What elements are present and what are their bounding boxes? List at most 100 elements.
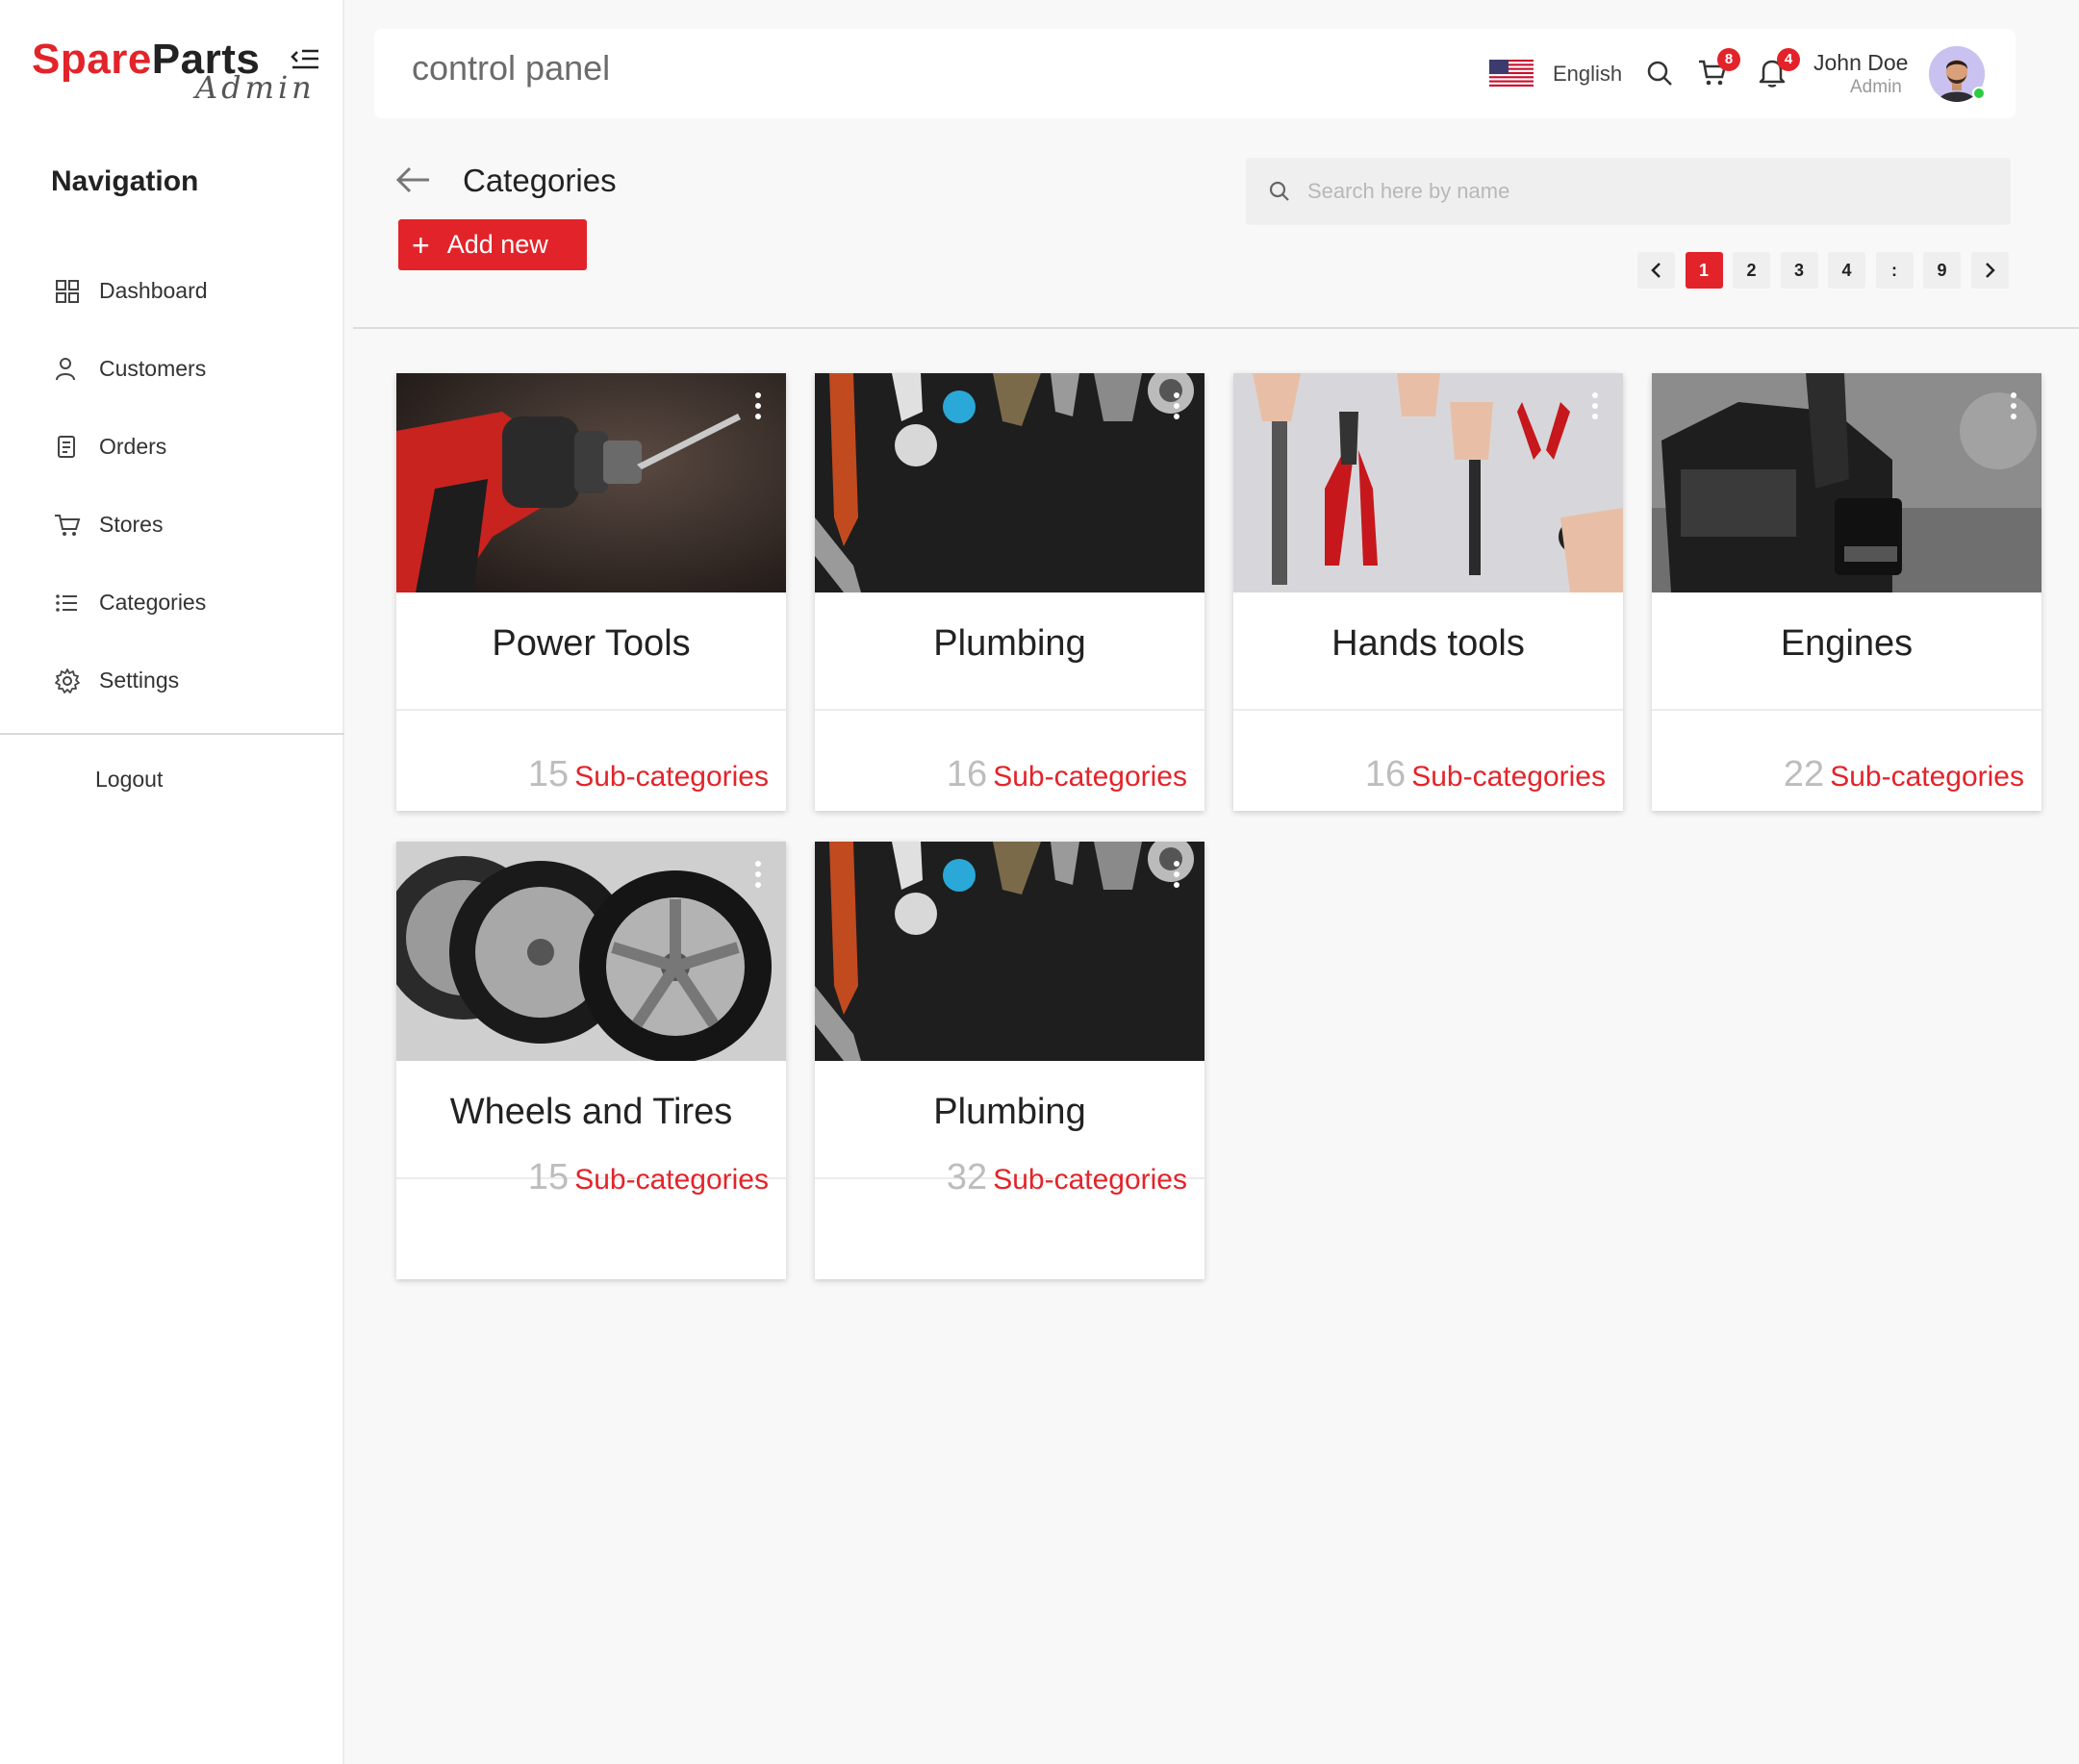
plumbing-tools-image [815,842,1204,1061]
subcategory-count[interactable]: 22 Sub-categories [1784,754,2024,795]
chevron-left-icon [1650,263,1661,278]
more-options-icon[interactable] [1170,392,1183,427]
sidebar-item-categories[interactable]: Categories [53,564,208,642]
card-divider [1652,709,2041,711]
subcategory-count[interactable]: 16 Sub-categories [1365,754,1606,795]
category-name: Power Tools [492,623,691,664]
subcategory-label: Sub-categories [993,1164,1187,1196]
wheels-image [396,842,786,1061]
search-input[interactable] [1307,158,1981,225]
grid-icon [56,279,79,303]
page-button-1[interactable]: 1 [1685,252,1723,289]
sidebar-nav: Dashboard Customers Orders Stores Catego… [53,252,208,719]
card-divider [396,709,786,711]
cart-count-badge: 8 [1717,48,1740,71]
subcategory-label: Sub-categories [1411,761,1606,793]
plus-icon: + [412,227,430,263]
navigation-title: Navigation [51,165,199,197]
search-icon [1269,181,1289,201]
page-button-2[interactable]: 2 [1733,252,1770,289]
more-options-icon[interactable] [2007,392,2020,427]
subcategory-count[interactable]: 16 Sub-categories [947,754,1187,795]
page-ellipsis: : [1875,252,1914,289]
subcategory-number: 15 [527,754,570,794]
page-title: Categories [463,163,617,198]
brand-name-part1: Spare [32,36,152,83]
user-icon [56,357,75,380]
subcategory-label: Sub-categories [574,761,769,793]
user-name[interactable]: John Doe [1813,50,1908,76]
prev-page-button[interactable] [1637,252,1675,289]
sidebar-item-label: Customers [99,356,207,381]
cart-icon [55,514,81,536]
back-arrow-icon[interactable] [393,163,433,197]
subcategory-label: Sub-categories [1830,761,2024,793]
category-card-hands-tools[interactable]: Hands tools 16 Sub-categories [1233,373,1623,811]
category-name: Engines [1780,623,1914,664]
category-card-plumbing[interactable]: Plumbing 16 Sub-categories [815,373,1204,811]
category-name: Hands tools [1331,623,1525,664]
toolbar-divider [353,327,2079,329]
page-button-9[interactable]: 9 [1923,252,1961,289]
page-button-4[interactable]: 4 [1828,252,1865,289]
document-icon [58,435,75,458]
next-page-button[interactable] [1970,252,2009,289]
menu-collapse-icon[interactable] [289,43,321,76]
drill-image [396,373,786,592]
logout-link[interactable]: Logout [95,767,163,793]
engine-image [1652,373,2041,592]
subcategory-number: 16 [946,754,988,794]
category-name: Plumbing [933,1092,1086,1132]
brand-logo[interactable]: SpareParts Admin [32,36,312,113]
more-options-icon[interactable] [751,392,765,427]
category-name: Plumbing [933,623,1086,664]
language-selector[interactable]: English [1553,62,1622,87]
category-name: Wheels and Tires [449,1092,733,1132]
sidebar-item-dashboard[interactable]: Dashboard [53,252,208,330]
add-new-label: Add new [446,230,548,259]
top-header: control panel English 8 4 John Doe Admin [374,29,2016,118]
sidebar-item-customers[interactable]: Customers [53,330,208,408]
sidebar-item-stores[interactable]: Stores [53,486,208,564]
search-icon[interactable] [1642,56,1677,90]
more-options-icon[interactable] [1588,392,1602,427]
chevron-right-icon [1986,263,1995,278]
subcategory-count[interactable]: 15 Sub-categories [528,1157,769,1198]
category-card-plumbing-2[interactable]: Plumbing 32 Sub-categories [815,842,1204,1279]
us-flag-icon[interactable] [1489,60,1534,87]
subcategory-number: 32 [946,1157,988,1197]
search-box [1246,158,2011,225]
subcategory-label: Sub-categories [574,1164,769,1196]
sidebar-item-label: Stores [99,512,164,537]
category-card-engines[interactable]: Engines 22 Sub-categories [1652,373,2041,811]
sidebar-item-label: Settings [99,668,180,693]
more-options-icon[interactable] [1170,861,1183,895]
online-status-dot [1972,87,1986,100]
subcategory-count[interactable]: 15 Sub-categories [528,754,769,795]
hand-tools-image [1233,373,1623,592]
subcategory-number: 16 [1364,754,1407,794]
subcategory-number: 22 [1783,754,1825,794]
sidebar-item-orders[interactable]: Orders [53,408,208,486]
card-divider [1233,709,1623,711]
subcategory-label: Sub-categories [993,761,1187,793]
category-card-power-tools[interactable]: Power Tools 15 Sub-categories [396,373,786,811]
gear-icon [55,668,80,693]
subcategory-number: 15 [527,1157,570,1197]
sidebar-item-label: Orders [99,434,167,459]
list-icon [56,593,77,612]
user-role: Admin [1850,77,1902,97]
header-title: control panel [412,48,611,88]
card-divider [815,709,1204,711]
sidebar-item-settings[interactable]: Settings [53,642,208,719]
sidebar-item-label: Categories [99,590,207,615]
pagination: 1 2 3 4 : 9 [1637,252,2018,289]
category-card-wheels-and-tires[interactable]: Wheels and Tires 15 Sub-categories [396,842,786,1279]
add-new-button[interactable]: + Add new [398,219,587,270]
subcategory-count[interactable]: 32 Sub-categories [947,1157,1187,1198]
sidebar-divider [0,733,344,735]
plumbing-tools-image [815,373,1204,592]
more-options-icon[interactable] [751,861,765,895]
page-button-3[interactable]: 3 [1780,252,1818,289]
sidebar: SpareParts Admin Navigation Dashboard Cu… [0,0,344,1764]
